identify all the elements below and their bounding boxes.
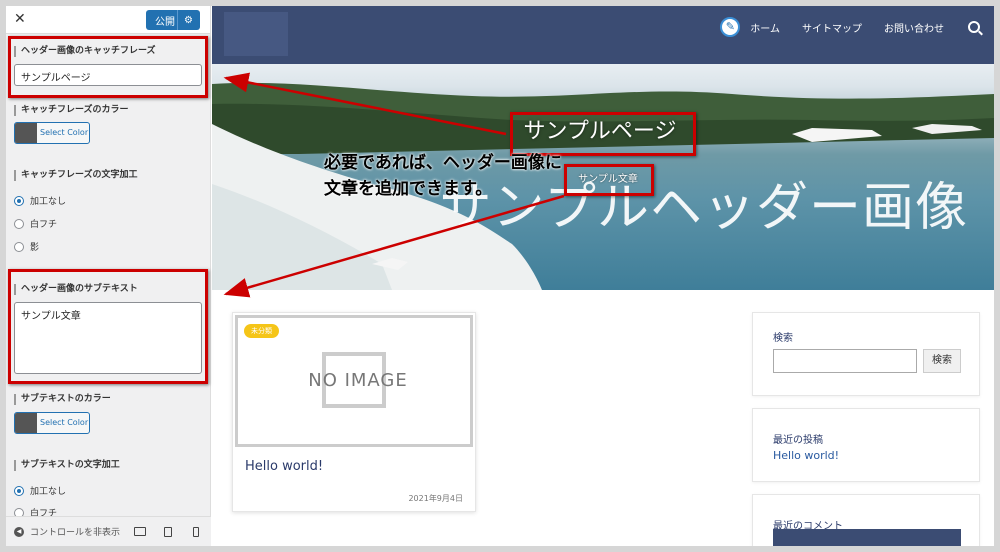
post-card[interactable]: 未分類 NO IMAGE Hello world! 2021年9月4日 xyxy=(232,312,476,512)
edit-pencil-icon[interactable]: ✎ xyxy=(720,17,741,37)
search-input[interactable] xyxy=(773,349,917,373)
post-date: 2021年9月4日 xyxy=(408,494,463,503)
publish-divider xyxy=(177,10,178,30)
radio-label: 白フチ xyxy=(30,220,58,230)
radio-icon xyxy=(14,241,24,252)
subtext-color-label: サブテキストのカラー xyxy=(14,394,111,405)
nav-item-home[interactable]: ホーム xyxy=(750,20,780,35)
panel-footer: ◀ コントロールを非表示 xyxy=(6,516,211,546)
search-button[interactable]: 検索 xyxy=(923,349,961,373)
radio-selected-icon xyxy=(14,485,24,496)
subtext-style-label: サブテキストの文字加工 xyxy=(14,460,120,471)
post-title[interactable]: Hello world! xyxy=(245,459,323,474)
radio-none[interactable]: 加工なし xyxy=(14,194,66,207)
search-widget-title: 検索 xyxy=(773,333,793,344)
hide-controls-link[interactable]: コントロールを非表示 xyxy=(30,525,120,538)
subtext-color-button[interactable]: Select Color xyxy=(14,412,90,434)
radio-label: 加工なし xyxy=(30,197,67,207)
mobile-icon[interactable] xyxy=(193,527,199,537)
recent-comments-widget: 最近のコメント xyxy=(752,494,980,546)
tablet-icon[interactable] xyxy=(164,527,172,537)
callout-line-1: 必要であれば、ヘッダー画像に xyxy=(324,153,562,173)
catch-color-button[interactable]: Select Color xyxy=(14,122,90,144)
desktop-icon[interactable] xyxy=(134,527,146,536)
subtext-radio-none[interactable]: 加工なし xyxy=(14,484,66,497)
panel-subtext-highlight xyxy=(8,269,208,384)
global-nav: ✎ ホーム サイトマップ お問い合わせ xyxy=(720,16,980,38)
hero-sub-highlight xyxy=(564,164,654,196)
radio-icon xyxy=(14,218,24,229)
catch-style-label: キャッチフレーズの文字加工 xyxy=(14,170,138,181)
radio-label: 加工なし xyxy=(30,487,67,497)
catch-color-label: キャッチフレーズのカラー xyxy=(14,105,129,116)
annotation-callout: 必要であれば、ヘッダー画像に 文章を追加できます。 xyxy=(324,150,562,202)
comments-bar xyxy=(773,529,961,546)
select-color-label: Select Color xyxy=(40,128,89,137)
search-icon[interactable] xyxy=(968,21,980,33)
site-header: ✎ ホーム サイトマップ お問い合わせ xyxy=(212,6,994,64)
site-logo[interactable] xyxy=(224,12,288,56)
no-image-text: NO IMAGE xyxy=(308,370,408,391)
recent-post-link[interactable]: Hello world! xyxy=(773,449,839,462)
window: ✕ 公開 ⚙ ヘッダー画像のキャッチフレーズ サンプルページ キャッチフレーズの… xyxy=(6,6,994,546)
search-widget: 検索 検索 xyxy=(752,312,980,396)
recent-posts-widget: 最近の投稿 Hello world! xyxy=(752,408,980,482)
color-swatch xyxy=(15,123,37,143)
panel-catch-highlight xyxy=(8,36,208,98)
panel-header: ✕ 公開 ⚙ xyxy=(6,6,210,34)
nav-item-contact[interactable]: お問い合わせ xyxy=(884,20,944,35)
gear-icon[interactable]: ⚙ xyxy=(184,15,193,26)
radio-label: 影 xyxy=(30,243,40,253)
publish-label: 公開 xyxy=(155,16,175,28)
select-color-label: Select Color xyxy=(40,418,89,427)
collapse-icon[interactable]: ◀ xyxy=(14,526,24,537)
publish-button[interactable]: 公開 ⚙ xyxy=(146,10,200,30)
post-thumbnail[interactable]: 未分類 NO IMAGE xyxy=(235,315,473,447)
radio-white-edge[interactable]: 白フチ xyxy=(14,217,57,230)
callout-line-2: 文章を追加できます。 xyxy=(324,179,493,199)
color-swatch xyxy=(15,413,37,433)
radio-shadow[interactable]: 影 xyxy=(14,240,39,253)
recent-posts-title: 最近の投稿 xyxy=(773,435,823,446)
category-badge[interactable]: 未分類 xyxy=(244,324,279,338)
nav-item-sitemap[interactable]: サイトマップ xyxy=(802,20,862,35)
site-preview: ✎ ホーム サイトマップ お問い合わせ サンプルページ サンプル文章 サンプルヘ xyxy=(212,6,994,546)
close-icon[interactable]: ✕ xyxy=(14,11,26,27)
radio-selected-icon xyxy=(14,195,24,206)
